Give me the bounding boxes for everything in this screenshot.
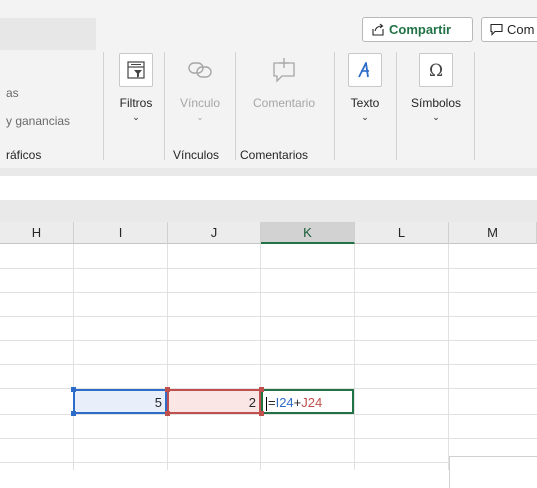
text-icon — [348, 53, 382, 87]
simbolos-label: Símbolos — [410, 96, 462, 110]
share-icon — [372, 23, 384, 36]
partial-label-2[interactable]: y ganancias — [6, 114, 70, 128]
comment-bubble-icon — [490, 23, 503, 36]
grid-line — [0, 438, 537, 439]
comentario-label: Comentario — [252, 96, 316, 110]
ref-handle-j-top-left[interactable] — [165, 387, 170, 392]
share-button[interactable]: Compartir — [362, 17, 473, 42]
grid-line — [167, 244, 168, 470]
ribbon-separator — [334, 52, 335, 160]
grid-line — [0, 292, 537, 293]
ref-handle-j-bottom-right[interactable] — [259, 411, 264, 416]
grid-line — [0, 340, 537, 341]
group-label-comentarios: Comentarios — [240, 148, 309, 162]
grid-line — [260, 244, 261, 470]
sheet-corner-area — [449, 456, 537, 488]
grid-line — [0, 364, 537, 365]
cell-i24[interactable]: 5 — [73, 389, 167, 414]
ref-handle-i-top-left[interactable] — [71, 387, 76, 392]
filtros-chevron-down-icon: ⌄ — [132, 112, 140, 122]
grid-line — [448, 244, 449, 470]
formula-ref-i24: I24 — [275, 395, 294, 410]
ref-handle-j-bottom-left[interactable] — [165, 411, 170, 416]
cell-k24-editing[interactable]: =I24+J24 — [261, 389, 354, 414]
filter-icon — [119, 53, 153, 87]
texto-label: Texto — [350, 96, 380, 110]
ribbon-separator — [235, 52, 236, 160]
ribbon-separator — [474, 52, 475, 160]
ref-handle-j-top-right[interactable] — [259, 387, 264, 392]
vinculo-button[interactable]: Vínculo ⌄ — [170, 53, 230, 123]
comentario-button[interactable]: Comentario — [240, 53, 328, 110]
svg-text:Ω: Ω — [429, 61, 443, 81]
ribbon-bottom-strip — [0, 168, 537, 176]
text-caret — [266, 396, 267, 411]
partial-label-1[interactable]: as — [6, 86, 19, 100]
ref-handle-i-bottom-left[interactable] — [71, 411, 76, 416]
grid-line — [73, 244, 74, 470]
column-header-j[interactable]: J — [168, 222, 261, 244]
grid-line — [0, 268, 537, 269]
column-header-m[interactable]: M — [449, 222, 537, 244]
group-label-vinculos: Vínculos — [173, 148, 220, 162]
column-header-i[interactable]: I — [74, 222, 168, 244]
comments-button-label: Com — [507, 22, 535, 37]
simbolos-button[interactable]: Ω Símbolos ⌄ — [403, 53, 469, 123]
link-icon — [183, 53, 217, 87]
share-button-label: Compartir — [389, 22, 452, 37]
column-header-l[interactable]: L — [355, 222, 449, 244]
ribbon: Compartir Com as y ganancias ráficos Fil… — [0, 0, 537, 168]
vinculo-chevron-down-icon: ⌄ — [196, 112, 204, 122]
comment-icon — [267, 53, 301, 87]
formula-ref-j24: J24 — [301, 395, 323, 410]
sheet-top-strip — [0, 200, 537, 222]
formula-bar[interactable] — [0, 176, 537, 200]
omega-icon: Ω — [419, 53, 453, 87]
simbolos-chevron-down-icon: ⌄ — [432, 112, 440, 122]
ribbon-separator — [164, 52, 165, 160]
ribbon-separator — [396, 52, 397, 160]
vinculo-label: Vínculo — [179, 96, 221, 110]
grid-line — [0, 414, 537, 415]
grid-line — [354, 244, 355, 470]
filtros-label: Filtros — [119, 96, 153, 110]
cell-j24[interactable]: 2 — [167, 389, 261, 414]
formula-equals: = — [268, 395, 276, 410]
comments-button[interactable]: Com — [481, 17, 537, 42]
group-label-graficos: ráficos — [6, 148, 42, 162]
column-header-k[interactable]: K — [261, 222, 355, 244]
texto-button[interactable]: Texto ⌄ — [342, 53, 388, 123]
faded-title-area — [0, 18, 96, 50]
ribbon-separator — [103, 52, 104, 160]
column-header-h[interactable]: H — [0, 222, 74, 244]
grid-line — [0, 316, 537, 317]
texto-chevron-down-icon: ⌄ — [361, 112, 369, 122]
filtros-button[interactable]: Filtros ⌄ — [112, 53, 160, 123]
